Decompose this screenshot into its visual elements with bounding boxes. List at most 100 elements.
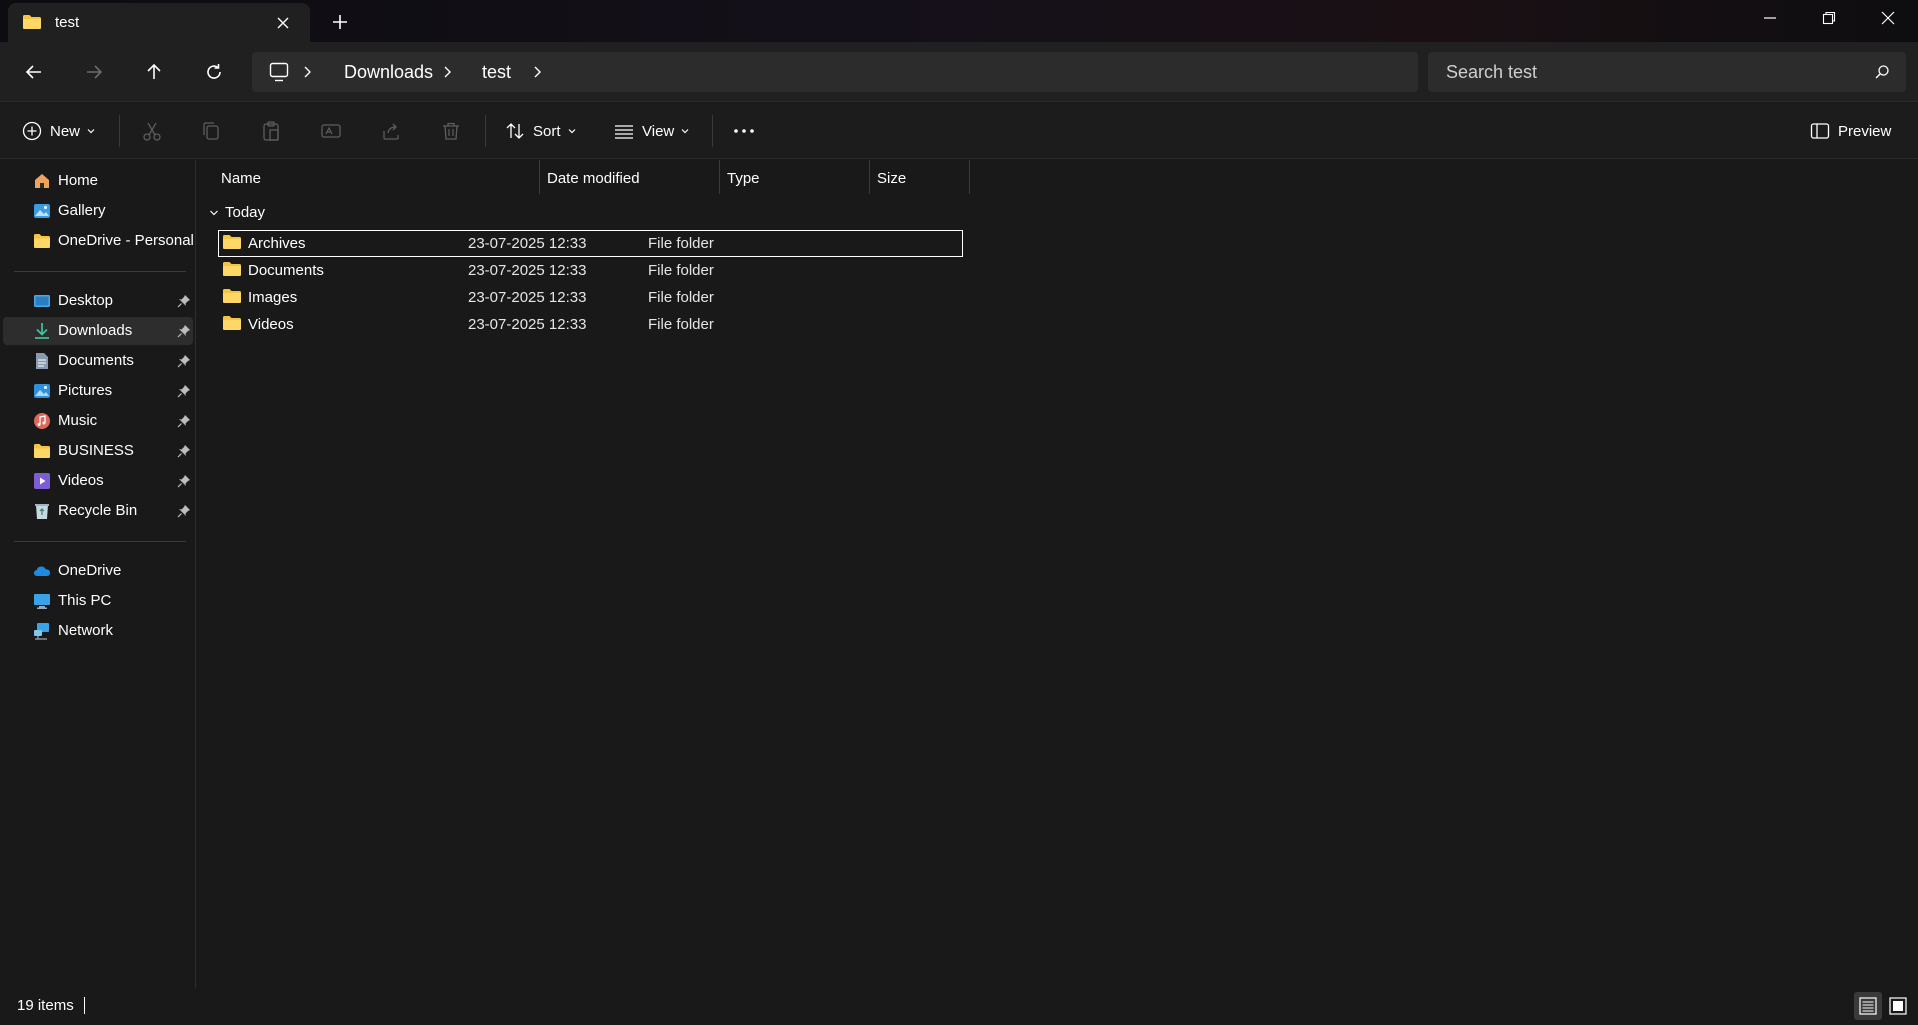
command-separator [119, 115, 120, 147]
sidebar-item-videos[interactable]: Videos [3, 467, 193, 495]
preview-label: Preview [1838, 122, 1892, 140]
sidebar-item-music[interactable]: Music [3, 407, 193, 435]
pin-icon[interactable] [177, 354, 191, 368]
sidebar-item-desktop[interactable]: Desktop [3, 287, 193, 315]
tab-test[interactable]: test [8, 3, 310, 42]
column-divider[interactable] [719, 160, 720, 194]
breadcrumb-downloads[interactable]: Downloads [344, 62, 433, 83]
sidebar-item-gallery[interactable]: Gallery [3, 197, 193, 225]
sidebar-item-label: Pictures [58, 382, 113, 399]
navigation-bar: Downloads test Search test [0, 42, 1918, 102]
sidebar-item-label: Gallery [58, 202, 106, 219]
file-row-videos[interactable]: Videos 23-07-2025 12:33 File folder [218, 311, 963, 338]
command-separator [485, 115, 486, 147]
close-window-icon[interactable] [1876, 8, 1900, 28]
sidebar-item-onedrive-personal[interactable]: OneDrive - Personal [3, 227, 194, 255]
sidebar-item-label: Home [58, 172, 99, 189]
new-button[interactable]: New [22, 119, 96, 143]
view-label: View [642, 122, 675, 140]
forward-button[interactable] [82, 60, 106, 84]
command-separator [712, 115, 713, 147]
plus-icon[interactable] [330, 12, 350, 32]
pin-icon[interactable] [177, 444, 191, 458]
column-header-name[interactable]: Name [221, 170, 261, 187]
preview-button[interactable]: Preview [1810, 119, 1891, 143]
file-row-images[interactable]: Images 23-07-2025 12:33 File folder [218, 284, 963, 311]
file-row-archives[interactable]: Archives 23-07-2025 12:33 File folder [218, 230, 963, 257]
group-header-today[interactable]: Today [209, 204, 265, 221]
large-icons-view-icon[interactable] [1884, 992, 1912, 1020]
pin-icon[interactable] [177, 294, 191, 308]
sidebar-item-documents[interactable]: Documents [3, 347, 193, 375]
column-divider[interactable] [539, 160, 540, 194]
pin-icon[interactable] [177, 384, 191, 398]
folder-icon [222, 288, 242, 304]
sort-button[interactable]: Sort [505, 119, 577, 143]
delete-icon[interactable] [440, 119, 462, 143]
preview-pane-icon [1810, 121, 1830, 141]
music-icon [33, 412, 51, 430]
address-bar[interactable]: Downloads test [252, 52, 1418, 92]
videos-icon [33, 472, 51, 490]
search-input[interactable]: Search test [1428, 52, 1906, 92]
sidebar-item-this-pc[interactable]: This PC [3, 587, 193, 615]
sidebar-item-recycle-bin[interactable]: Recycle Bin [3, 497, 193, 525]
pc-icon [33, 592, 51, 610]
status-bar: 19 items [0, 988, 1918, 1025]
folder-icon [222, 261, 242, 277]
sidebar-item-home[interactable]: Home [3, 167, 193, 195]
plus-circle-icon [22, 121, 42, 141]
status-separator [84, 997, 85, 1014]
paste-icon[interactable] [260, 119, 282, 143]
column-header-type[interactable]: Type [727, 170, 760, 187]
group-label: Today [225, 204, 266, 221]
sidebar-item-pictures[interactable]: Pictures [3, 377, 193, 405]
sidebar-item-network[interactable]: Network [3, 617, 193, 645]
rename-icon[interactable] [320, 119, 342, 143]
chevron-down-icon [567, 126, 577, 136]
file-row-documents[interactable]: Documents 23-07-2025 12:33 File folder [218, 257, 963, 284]
chevron-down-icon [209, 208, 219, 218]
chevron-right-icon[interactable] [530, 65, 544, 79]
file-type: File folder [648, 262, 714, 279]
pc-icon[interactable] [268, 61, 290, 83]
desktop-icon [33, 292, 51, 310]
chevron-right-icon[interactable] [440, 65, 454, 79]
column-divider[interactable] [969, 160, 970, 194]
close-tab-icon[interactable] [274, 14, 292, 32]
search-icon[interactable] [1874, 64, 1890, 80]
column-divider[interactable] [869, 160, 870, 194]
pin-icon[interactable] [177, 324, 191, 338]
pin-icon[interactable] [177, 474, 191, 488]
share-icon[interactable] [380, 119, 402, 143]
view-button[interactable]: View [614, 119, 690, 143]
cloud-icon [33, 562, 51, 580]
file-name: Documents [248, 262, 324, 279]
refresh-button[interactable] [202, 60, 226, 84]
column-header-size[interactable]: Size [877, 170, 906, 187]
sidebar-item-onedrive[interactable]: OneDrive [3, 557, 193, 585]
pin-icon[interactable] [177, 504, 191, 518]
file-list: Name Date modified Type Size Today Archi… [197, 160, 1918, 988]
pin-icon[interactable] [177, 414, 191, 428]
network-icon [33, 622, 51, 640]
back-button[interactable] [22, 60, 46, 84]
file-type: File folder [648, 289, 714, 306]
folder-icon [33, 232, 51, 250]
up-button[interactable] [142, 60, 166, 84]
tab-title: test [55, 14, 80, 31]
minimize-icon[interactable] [1758, 8, 1782, 28]
copy-icon[interactable] [200, 119, 222, 143]
more-options-icon[interactable] [732, 119, 756, 143]
chevron-right-icon[interactable] [300, 65, 314, 79]
breadcrumb-test[interactable]: test [482, 62, 511, 83]
sidebar-item-label: Videos [58, 472, 104, 489]
cut-icon[interactable] [141, 119, 163, 143]
column-header-date-modified[interactable]: Date modified [547, 170, 640, 187]
file-date-modified: 23-07-2025 12:33 [468, 262, 587, 279]
restore-icon[interactable] [1817, 8, 1841, 28]
sidebar-item-downloads[interactable]: Downloads [3, 317, 193, 345]
details-view-icon[interactable] [1854, 992, 1882, 1020]
file-date-modified: 23-07-2025 12:33 [468, 316, 587, 333]
sidebar-item-business[interactable]: BUSINESS [3, 437, 193, 465]
